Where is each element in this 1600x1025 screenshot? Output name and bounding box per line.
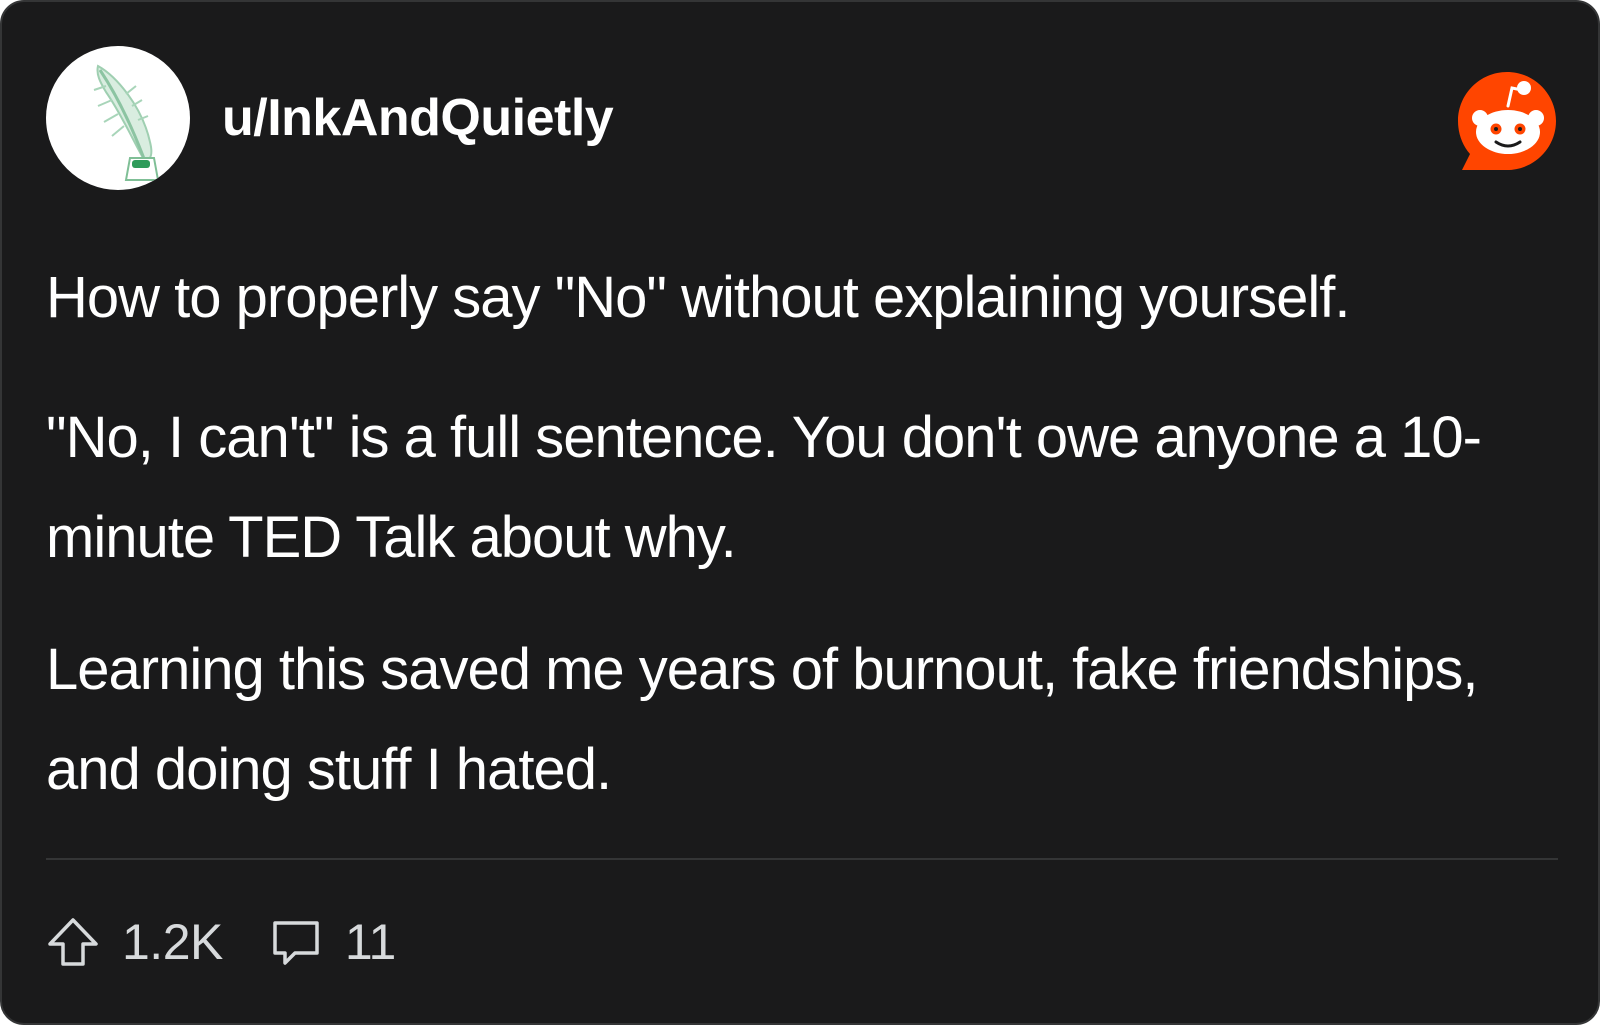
post-footer: 1.2K 11 xyxy=(46,910,396,974)
post-paragraph: Learning this saved me years of burnout,… xyxy=(46,637,1479,802)
upvote-button[interactable]: 1.2K xyxy=(46,913,223,971)
comment-bubble-icon xyxy=(273,921,319,965)
upvote-count: 1.2K xyxy=(122,914,223,970)
upvote-arrow-icon xyxy=(48,918,98,966)
comment-button[interactable]: 11 xyxy=(269,913,396,971)
comment-count: 11 xyxy=(344,914,396,970)
username[interactable]: u/InkAndQuietly xyxy=(222,86,614,150)
reddit-logo-icon[interactable] xyxy=(1452,66,1562,176)
post-paragraph: "No, I can't" is a full sentence. You do… xyxy=(46,405,1482,570)
divider xyxy=(46,858,1558,860)
post-card: u/InkAndQuietly How to properly say "No"… xyxy=(0,0,1600,1025)
quill-inkwell-icon xyxy=(93,64,160,181)
post-title: How to properly say "No" without explain… xyxy=(46,265,1351,330)
avatar[interactable] xyxy=(46,46,190,190)
post-body: How to properly say "No" without explain… xyxy=(46,248,1566,852)
